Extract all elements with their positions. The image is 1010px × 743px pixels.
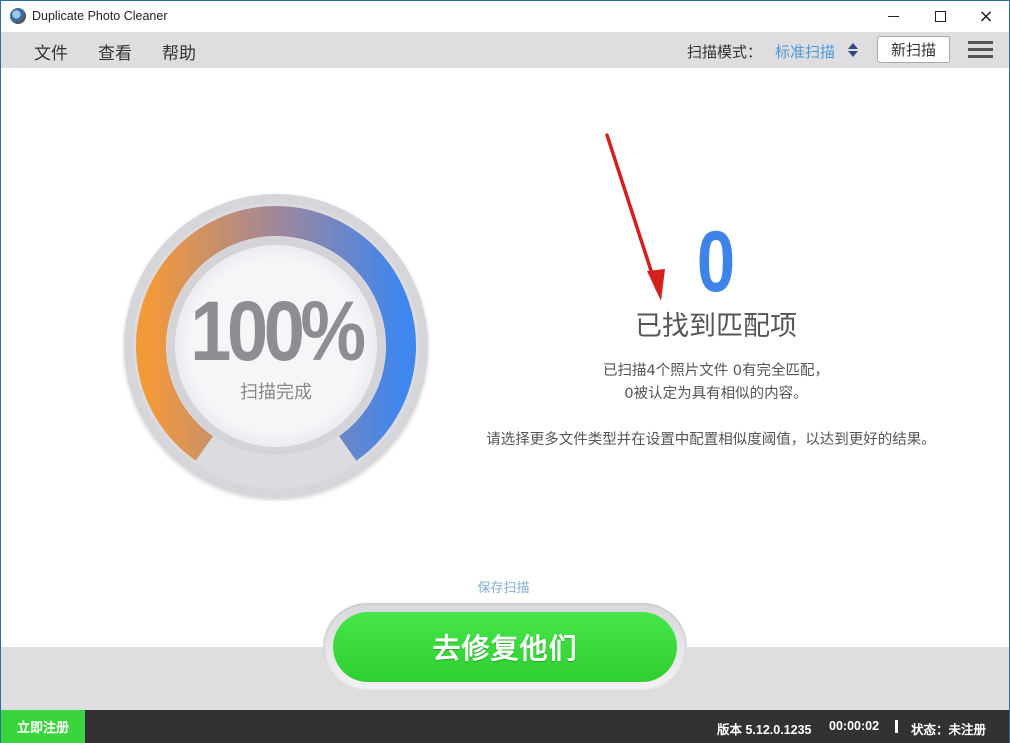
scan-complete-label: 扫描完成	[240, 382, 312, 403]
status-divider	[895, 720, 898, 733]
matches-found-title: 已找到匹配项	[635, 311, 797, 342]
red-arrow-annotation	[605, 133, 665, 301]
menu-bar: 文件 查看 帮助 扫描模式： 标准扫描 新扫描	[1, 32, 1009, 68]
app-logo-icon	[10, 8, 26, 24]
scan-mode-label: 扫描模式：	[687, 43, 763, 61]
close-icon: ×	[978, 6, 994, 27]
elapsed-time: 00:00:02	[829, 719, 880, 733]
version-label: 版本 5.12.0.1235	[717, 723, 812, 737]
scan-summary: 已扫描4个照片文件 0有完全匹配， 0被认定为具有相似的内容。	[521, 360, 911, 406]
progress-percent: 100%	[190, 284, 366, 378]
menu-view[interactable]: 查看	[98, 39, 132, 64]
progress-gauge: 100% 扫描完成	[121, 191, 431, 501]
minimize-button[interactable]	[870, 1, 916, 32]
minimize-icon	[887, 16, 899, 17]
maximize-button[interactable]	[917, 1, 963, 32]
title-bar: Duplicate Photo Cleaner ×	[1, 1, 1009, 32]
fix-them-button[interactable]: 去修复他们	[333, 612, 677, 682]
app-window: Duplicate Photo Cleaner × 文件 查看 帮助 扫描模式：…	[0, 0, 1010, 743]
registration-status: 状态：未注册	[911, 723, 987, 737]
menu-file[interactable]: 文件	[34, 39, 68, 64]
new-scan-button[interactable]: 新扫描	[877, 36, 950, 63]
save-scan-link[interactable]: 保存扫描	[456, 577, 551, 596]
arrow-head-icon	[647, 269, 665, 301]
hamburger-menu-icon[interactable]	[968, 40, 993, 60]
maximize-icon	[934, 11, 946, 22]
summary-line-2: 0被认定为具有相似的内容。	[624, 386, 808, 402]
close-button[interactable]: ×	[963, 1, 1009, 32]
updown-chevron-icon[interactable]	[847, 42, 859, 58]
hint-text: 请选择更多文件类型并在设置中配置相似度阈值，以达到更好的结果。	[486, 432, 936, 448]
menu-help[interactable]: 帮助	[162, 39, 196, 64]
window-title: Duplicate Photo Cleaner	[32, 9, 168, 23]
status-bar: 立即注册 版本 5.12.0.1235 00:00:02 状态：未注册	[1, 710, 1009, 743]
scan-mode-select[interactable]: 标准扫描	[775, 41, 835, 62]
summary-line-1: 已扫描4个照片文件 0有完全匹配，	[602, 363, 830, 379]
arrow-shaft	[605, 133, 659, 291]
match-count: 0	[696, 214, 736, 310]
register-now-button[interactable]: 立即注册	[1, 710, 85, 743]
